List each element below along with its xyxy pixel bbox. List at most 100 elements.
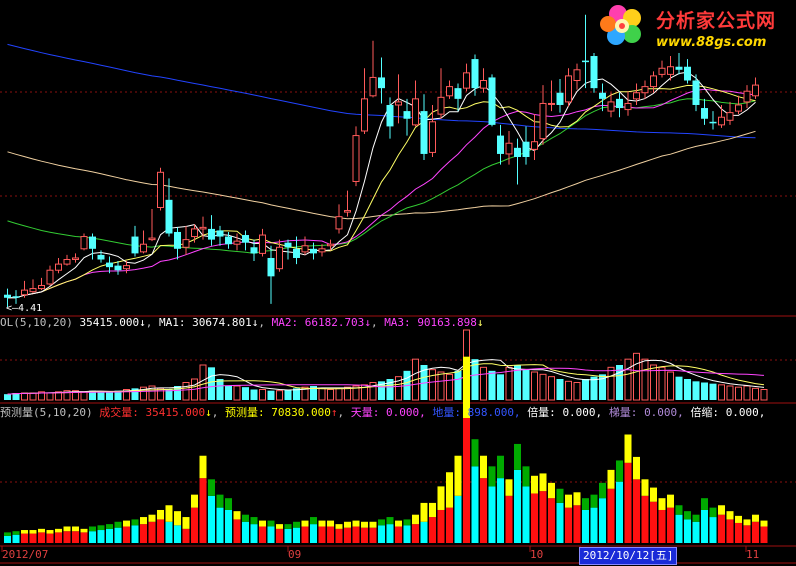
indicator-bar (650, 501, 657, 543)
indicator-bar-cap (344, 521, 351, 528)
indicator-bar (344, 527, 351, 543)
ma60-line (7, 130, 756, 220)
indicator-bar (675, 514, 683, 543)
candle-body-down (454, 88, 462, 99)
candle-body-up (624, 102, 632, 111)
indicator-bar-cap (259, 520, 266, 527)
indicator-bar (420, 521, 428, 543)
indicator-bar (743, 525, 751, 543)
indicator-bar-cap (284, 524, 292, 529)
indicator-bar (225, 509, 232, 543)
indicator-bar-cap (267, 520, 275, 527)
candle-body-up (463, 72, 470, 89)
low-marker: <—4.41 (6, 303, 43, 314)
indicator-bar (148, 521, 156, 543)
indicator-bar (624, 462, 632, 543)
indicator-bar (412, 524, 419, 543)
indicator-bar-cap (369, 521, 377, 528)
candle-body-down (471, 59, 479, 89)
volume-bar-down (106, 391, 113, 400)
indicator-bar-cap (607, 469, 615, 489)
indicator-bar (590, 507, 598, 543)
indicator-bar (701, 509, 708, 543)
volume-bar-down (556, 379, 564, 400)
logo-url: www.88gs.com (656, 35, 767, 50)
candle-body-up (148, 237, 156, 241)
indicator-bar-cap (616, 460, 623, 482)
x-label-11: 11 (746, 548, 760, 561)
volume-bar-up (505, 366, 513, 401)
ma2-arrow: ↓ (364, 316, 371, 329)
indicator-bar-cap (505, 479, 513, 496)
indicator-bar (21, 533, 28, 543)
indicator-bar (352, 526, 360, 543)
candle-body-up (565, 75, 572, 103)
indicator-bar-cap (242, 514, 249, 522)
candle-body-up (29, 288, 37, 293)
candle-body-down (386, 104, 394, 127)
indicator-bar (446, 507, 453, 543)
indicator-bar-cap (38, 528, 45, 533)
indicator-bar-cap (89, 526, 96, 532)
indicator-bar (276, 528, 283, 543)
indicator-bar (216, 507, 224, 543)
indicator-bar (327, 526, 334, 543)
indicator-bar-cap (624, 434, 632, 463)
selected-date-box[interactable]: 2012/10/12[五] (579, 547, 678, 565)
indicator-bar-cap (386, 517, 394, 525)
indicator-bar-cap (582, 498, 589, 510)
candle-body-down (497, 135, 504, 154)
candle-body-down (225, 236, 232, 245)
kline-chart[interactable] (0, 0, 796, 566)
candle-body-up (233, 240, 241, 245)
volume-bar-up (743, 385, 751, 401)
candle-body-down (582, 60, 589, 63)
volume-bar-down (709, 383, 717, 400)
candle-body-up (140, 243, 147, 253)
indicator-bar (55, 532, 62, 543)
candle-body-up (531, 141, 538, 150)
volume-bar-up (437, 371, 445, 401)
indicator-bar-cap (208, 479, 215, 496)
candle-body-up (429, 121, 436, 153)
indicator-bar-cap (599, 482, 606, 499)
indicator-bar-cap (174, 511, 181, 526)
ma2-value: 66182.703 (304, 316, 365, 329)
indicator-bar-cap (522, 466, 530, 487)
indicator-bar (429, 517, 436, 543)
volume-bar-down (684, 379, 691, 400)
volume-bar-up (80, 391, 88, 401)
ma3-arrow: ↓ (476, 316, 484, 329)
volume-bar-up (641, 358, 649, 401)
indicator-bar (395, 526, 402, 543)
indicator-bar-cap (97, 525, 105, 531)
indicator-bar (539, 491, 547, 543)
candle-body-down (216, 230, 224, 237)
indicator-bar (616, 481, 623, 543)
indicator-bar-cap (123, 520, 130, 527)
indicator-bar (29, 533, 37, 543)
candle-body-up (548, 102, 555, 105)
indicator-bar (760, 526, 768, 543)
indicator-bar-cap (293, 521, 300, 528)
volume-bar-up (199, 364, 207, 401)
indicator-bar (480, 478, 487, 543)
indicator-legend: 预测量(5,10,20) 成交量: 35415.000↓, 预测量: 70830… (0, 406, 766, 419)
candle-body-down (242, 235, 249, 243)
indicator-bar-cap (726, 511, 734, 520)
stock-chart-window: 分析家公式网 www.88gs.com OL(5,10,20) 35415.00… (0, 0, 796, 566)
indicator-bar (378, 525, 385, 543)
indicator-bar (4, 535, 11, 543)
volume-bar-up (446, 373, 453, 401)
indicator-bar (131, 525, 139, 543)
candle-body-down (293, 248, 300, 258)
indicator-bar (242, 521, 249, 543)
indicator-bar-cap (548, 482, 555, 499)
indicator-bar-cap (684, 511, 691, 520)
indicator-bar-cap (531, 475, 538, 494)
indicator-bar-cap (327, 520, 334, 527)
candle-body-up (369, 76, 377, 97)
candle-body-up (573, 69, 581, 82)
indicator-bar (752, 521, 759, 543)
candle-body-down (174, 231, 181, 249)
